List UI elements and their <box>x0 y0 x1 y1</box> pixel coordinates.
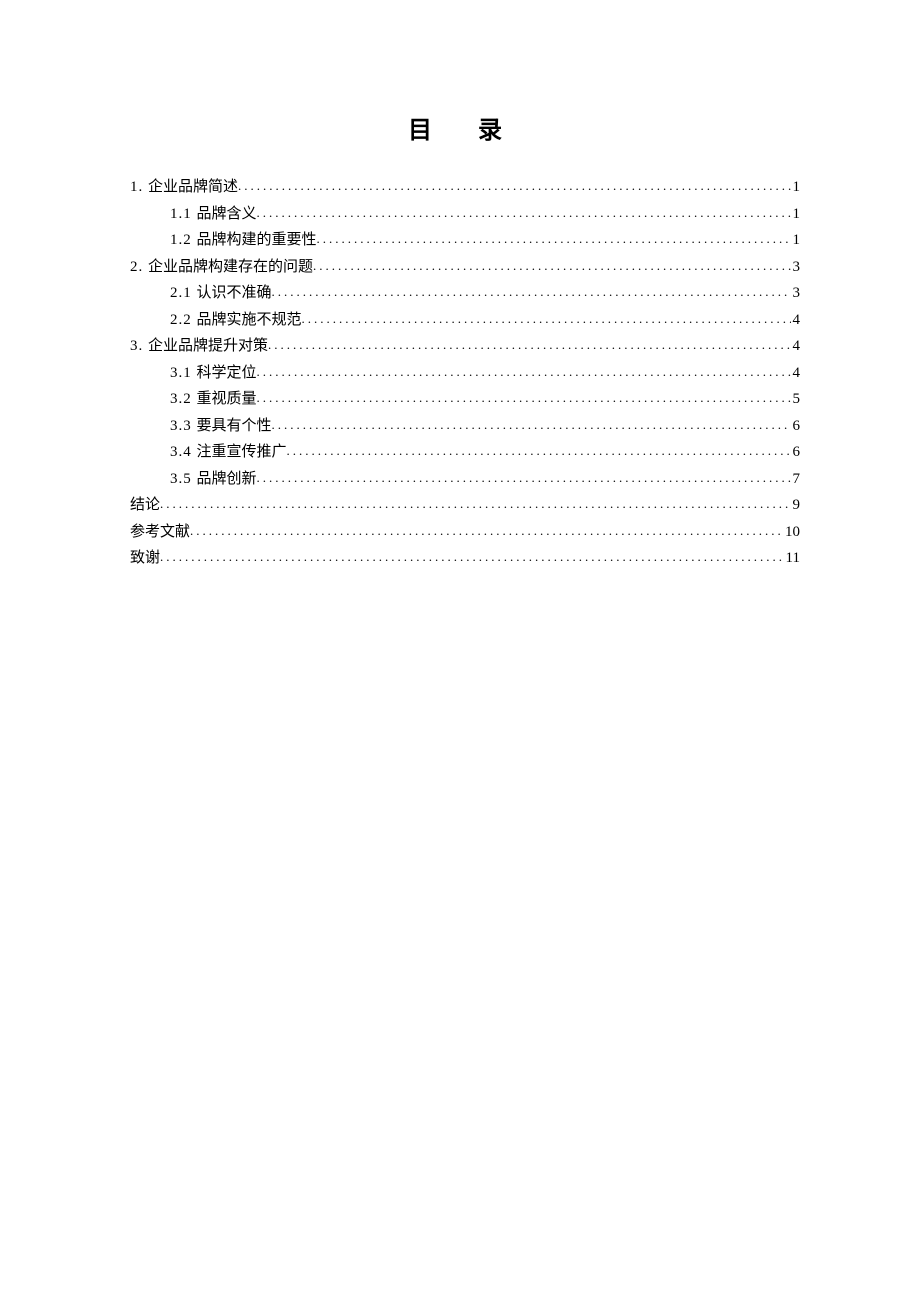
toc-entry-text: 致谢 <box>130 550 160 566</box>
toc-entry-page: 3 <box>791 255 801 281</box>
toc-leader-dots <box>272 414 791 436</box>
toc-entry-number: 3.1 <box>170 365 197 381</box>
toc-entry-number: 1. <box>130 179 148 195</box>
toc-leader-dots <box>272 281 791 303</box>
toc-entry: 1.2 品牌构建的重要性 1 <box>130 228 800 254</box>
toc-entry: 2.2 品牌实施不规范 4 <box>130 308 800 334</box>
toc-leader-dots <box>257 361 791 383</box>
toc-entry-text: 结论 <box>130 497 160 513</box>
toc-entry-label: 3.3 要具有个性 <box>170 414 272 440</box>
toc-entry-label: 结论 <box>130 493 160 519</box>
toc-entry: 3. 企业品牌提升对策 4 <box>130 334 800 360</box>
toc-entry-label: 2.1 认识不准确 <box>170 281 272 307</box>
toc-entry-page: 11 <box>784 546 800 572</box>
toc-entry-page: 1 <box>791 228 801 254</box>
toc-entry-text: 品牌含义 <box>197 206 257 222</box>
toc-entry: 3.2 重视质量 5 <box>130 387 800 413</box>
toc-entry-page: 9 <box>791 493 801 519</box>
toc-entry-text: 企业品牌构建存在的问题 <box>148 259 313 275</box>
toc-entry-text: 科学定位 <box>197 365 257 381</box>
toc-leader-dots <box>160 546 784 568</box>
toc-entry-text: 品牌实施不规范 <box>197 312 302 328</box>
toc-leader-dots <box>238 175 790 197</box>
toc-entry-text: 品牌构建的重要性 <box>197 232 317 248</box>
toc-leader-dots <box>268 334 790 356</box>
toc-entry-page: 4 <box>791 334 801 360</box>
toc-entry-text: 品牌创新 <box>197 471 257 487</box>
toc-entry: 1. 企业品牌简述 1 <box>130 175 800 201</box>
toc-entry-page: 6 <box>791 440 801 466</box>
toc-entry-label: 1. 企业品牌简述 <box>130 175 238 201</box>
toc-entry-label: 3.4 注重宣传推广 <box>170 440 287 466</box>
toc-leader-dots <box>313 255 790 277</box>
toc-entry-text: 重视质量 <box>197 391 257 407</box>
toc-entry-page: 4 <box>791 361 801 387</box>
toc-entry-text: 认识不准确 <box>197 285 272 301</box>
toc-entry-label: 3. 企业品牌提升对策 <box>130 334 268 360</box>
toc-entry-page: 5 <box>791 387 801 413</box>
toc-entry: 3.3 要具有个性 6 <box>130 414 800 440</box>
toc-leader-dots <box>257 387 791 409</box>
toc-entry: 3.4 注重宣传推广 6 <box>130 440 800 466</box>
toc-leader-dots <box>160 493 790 515</box>
toc-entry: 参考文献 10 <box>130 520 800 546</box>
toc-entry: 2.1 认识不准确 3 <box>130 281 800 307</box>
toc-entry-page: 3 <box>791 281 801 307</box>
toc-leader-dots <box>287 440 791 462</box>
toc-entry: 3.5 品牌创新 7 <box>130 467 800 493</box>
toc-entry-label: 1.2 品牌构建的重要性 <box>170 228 317 254</box>
toc-leader-dots <box>190 520 783 542</box>
toc-entry-text: 要具有个性 <box>197 418 272 434</box>
toc-entry-label: 1.1 品牌含义 <box>170 202 257 228</box>
toc-entry: 1.1 品牌含义 1 <box>130 202 800 228</box>
toc-entry-number: 3. <box>130 338 148 354</box>
toc-entry-page: 10 <box>783 520 800 546</box>
toc-entry-number: 3.2 <box>170 391 197 407</box>
toc-entry-label: 3.1 科学定位 <box>170 361 257 387</box>
toc-leader-dots <box>257 467 791 489</box>
toc-entry-label: 3.2 重视质量 <box>170 387 257 413</box>
toc-entry-number: 3.5 <box>170 471 197 487</box>
table-of-contents: 1. 企业品牌简述11.1 品牌含义11.2 品牌构建的重要性12. 企业品牌构… <box>130 175 800 572</box>
toc-leader-dots <box>302 308 791 330</box>
toc-entry-number: 2. <box>130 259 148 275</box>
toc-leader-dots <box>317 228 791 250</box>
toc-entry: 2. 企业品牌构建存在的问题 3 <box>130 255 800 281</box>
toc-entry-number: 1.2 <box>170 232 197 248</box>
toc-entry-label: 参考文献 <box>130 520 190 546</box>
toc-entry: 结论 9 <box>130 493 800 519</box>
toc-entry-text: 企业品牌简述 <box>148 179 238 195</box>
toc-entry-label: 2. 企业品牌构建存在的问题 <box>130 255 313 281</box>
toc-leader-dots <box>257 202 791 224</box>
toc-entry-label: 3.5 品牌创新 <box>170 467 257 493</box>
toc-entry-number: 2.2 <box>170 312 197 328</box>
toc-entry-number: 2.1 <box>170 285 197 301</box>
toc-entry-page: 1 <box>791 175 801 201</box>
toc-entry-label: 致谢 <box>130 546 160 572</box>
toc-entry: 致谢 11 <box>130 546 800 572</box>
toc-entry-number: 1.1 <box>170 206 197 222</box>
toc-entry-text: 注重宣传推广 <box>197 444 287 460</box>
toc-entry-text: 参考文献 <box>130 524 190 540</box>
toc-title: 目 录 <box>130 110 800 145</box>
toc-entry-number: 3.3 <box>170 418 197 434</box>
toc-entry-label: 2.2 品牌实施不规范 <box>170 308 302 334</box>
toc-entry-page: 6 <box>791 414 801 440</box>
toc-entry: 3.1 科学定位 4 <box>130 361 800 387</box>
toc-entry-page: 1 <box>791 202 801 228</box>
toc-entry-number: 3.4 <box>170 444 197 460</box>
toc-entry-page: 4 <box>791 308 801 334</box>
toc-entry-text: 企业品牌提升对策 <box>148 338 268 354</box>
toc-entry-page: 7 <box>791 467 801 493</box>
